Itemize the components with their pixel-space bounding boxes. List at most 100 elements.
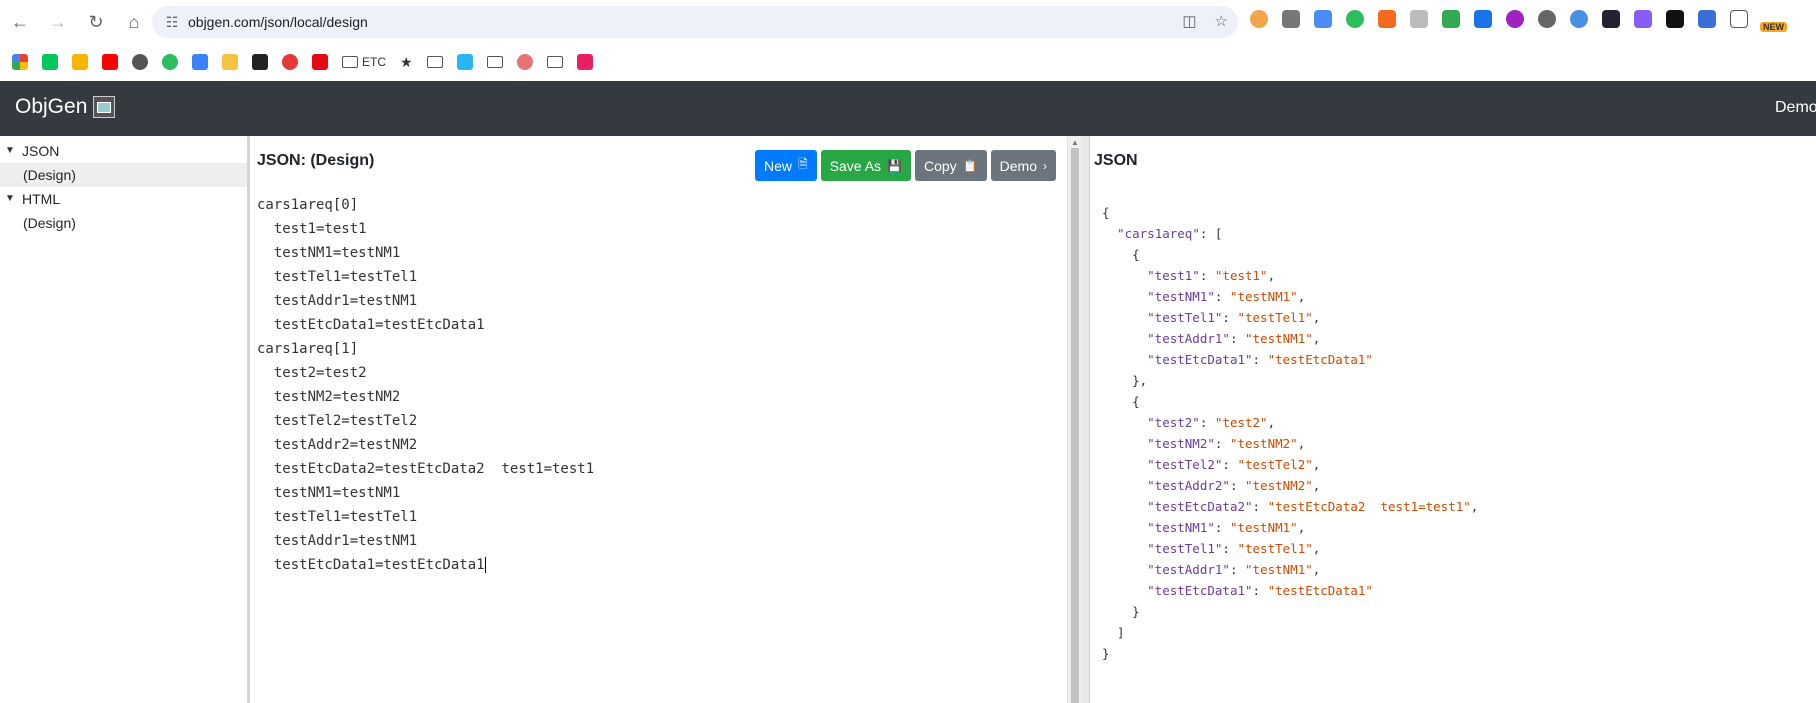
search-ext-icon[interactable]: [1570, 10, 1588, 28]
tree-item-html[interactable]: ▼ HTML: [0, 187, 247, 211]
copy-button-label: Copy: [924, 157, 957, 174]
extension-icon[interactable]: [1250, 10, 1268, 28]
forward-icon[interactable]: →: [40, 4, 76, 40]
output-title: JSON: [1094, 152, 1138, 169]
extension-icon[interactable]: [1634, 10, 1652, 28]
demo-button[interactable]: Demo ›: [990, 150, 1056, 181]
site-info-icon[interactable]: ☷: [156, 14, 188, 31]
json-key: "cars1areq": [1117, 226, 1200, 241]
bookmark-icon[interactable]: [222, 54, 238, 70]
bookmark-icon[interactable]: [192, 54, 208, 70]
translate-ext-icon[interactable]: [1314, 10, 1332, 28]
json-key: "testTel1": [1147, 310, 1223, 325]
screen-icon[interactable]: [1410, 10, 1428, 28]
expanded-triangle-icon[interactable]: ▼: [5, 187, 15, 211]
bookmark-icon[interactable]: [252, 54, 268, 70]
json-key: "testNM2": [1147, 436, 1215, 451]
json-line: "testTel2": "testTel2",: [1102, 454, 1478, 475]
folder-icon[interactable]: [546, 56, 563, 68]
save-as-button-label: Save As: [829, 157, 882, 174]
new-button[interactable]: New 🗎: [755, 150, 817, 181]
json-punct: :: [1252, 583, 1268, 598]
evernote-icon[interactable]: [1346, 10, 1364, 28]
scrollbar-thumb[interactable]: [1071, 148, 1079, 703]
home-icon[interactable]: ⌂: [116, 4, 152, 40]
editor-title: JSON: (Design): [257, 152, 375, 169]
code-line: testAddr1=testNM1: [257, 533, 418, 549]
panel-splitter[interactable]: [1081, 136, 1090, 703]
shield-icon[interactable]: [1442, 10, 1460, 28]
json-line: "testNM1": "testNM1",: [1102, 517, 1478, 538]
bookmark-icon[interactable]: [72, 54, 88, 70]
extension-icon[interactable]: [1474, 10, 1492, 28]
save-as-button[interactable]: Save As 💾: [820, 150, 911, 181]
folder-icon: [342, 56, 358, 68]
code-editor[interactable]: cars1areq[0] test1=test1 testNM1=testNM1…: [257, 193, 594, 577]
editor-buttons: New 🗎 Save As 💾 Copy 📋 Demo ›: [755, 150, 1056, 181]
json-key: "testNM1": [1147, 289, 1215, 304]
json-punct: ,: [1267, 268, 1276, 283]
apps-grid-icon[interactable]: [12, 54, 28, 70]
json-punct: {: [1102, 247, 1140, 262]
json-line: "testTel1": "testTel1",: [1102, 538, 1478, 559]
bookmark-icon[interactable]: [456, 54, 473, 70]
code-line: testNM2=testNM2: [257, 389, 401, 405]
expanded-triangle-icon[interactable]: ▼: [5, 139, 15, 163]
bookmark-folder-etc[interactable]: ETC: [342, 55, 386, 69]
bookmark-icon[interactable]: [576, 54, 593, 70]
tree-item-json-design[interactable]: (Design): [0, 163, 247, 187]
json-punct: }: [1102, 646, 1110, 661]
editor-panel: JSON: (Design) New 🗎 Save As 💾 Copy 📋 De…: [253, 136, 1067, 703]
json-punct: [1102, 478, 1147, 493]
check-icon[interactable]: [1538, 10, 1556, 28]
extension-icon[interactable]: [1506, 10, 1524, 28]
extension-icon[interactable]: [1602, 10, 1620, 28]
extension-icon[interactable]: [1698, 10, 1716, 28]
puzzle-icon[interactable]: [1730, 10, 1748, 28]
tree-item-label: HTML: [22, 191, 61, 207]
json-line: "testNM2": "testNM2",: [1102, 433, 1478, 454]
brand-link[interactable]: ObjGen: [15, 95, 116, 119]
tree-item-json[interactable]: ▼ JSON: [0, 139, 247, 163]
json-line: "testEtcData2": "testEtcData2 test1=test…: [1102, 496, 1478, 517]
recycle-icon[interactable]: [1282, 10, 1300, 28]
code-line: test1=test1: [257, 221, 367, 237]
translate-icon[interactable]: ◫: [1182, 12, 1196, 30]
json-key: "testEtcData2": [1147, 499, 1253, 514]
netflix-icon[interactable]: [312, 54, 328, 70]
nav-demo-link[interactable]: Demo: [1775, 99, 1816, 117]
scroll-up-icon[interactable]: ▲: [1071, 138, 1079, 147]
address-bar[interactable]: ☷ objgen.com/json/local/design ◫ ☆: [152, 6, 1238, 38]
json-line: "testTel1": "testTel1",: [1102, 307, 1478, 328]
back-icon[interactable]: ←: [2, 4, 38, 40]
extension-icon[interactable]: [1378, 10, 1396, 28]
json-punct: ,: [1267, 415, 1276, 430]
json-punct: [1102, 415, 1147, 430]
json-string: "testNM1": [1229, 289, 1298, 304]
json-punct: ,: [1297, 436, 1306, 451]
copy-button[interactable]: Copy 📋: [915, 150, 987, 181]
folder-icon[interactable]: [426, 56, 443, 68]
evernote-icon[interactable]: [162, 54, 178, 70]
json-string: "testTel1": [1237, 310, 1313, 325]
json-punct: ,: [1312, 457, 1321, 472]
json-key: "testEtcData1": [1147, 352, 1253, 367]
json-key: "testEtcData1": [1147, 583, 1253, 598]
url-text[interactable]: objgen.com/json/local/design: [188, 14, 368, 30]
tree-item-html-design[interactable]: (Design): [0, 211, 247, 235]
json-punct: ,: [1312, 478, 1321, 493]
star-icon[interactable]: ☆: [1215, 12, 1228, 30]
emoji-icon[interactable]: [516, 54, 533, 70]
extensions-row: [1250, 10, 1748, 28]
code-line: test2=test2: [257, 365, 367, 381]
star-bookmark-icon[interactable]: ★: [400, 54, 413, 71]
notion-icon[interactable]: [1666, 10, 1684, 28]
editor-scrollbar[interactable]: ▲: [1067, 136, 1081, 703]
bookmark-icon[interactable]: [282, 54, 298, 70]
code-line: testAddr1=testNM1: [257, 293, 418, 309]
naver-icon[interactable]: [42, 54, 58, 70]
globe-icon[interactable]: [132, 54, 148, 70]
reload-icon[interactable]: ↻: [78, 4, 114, 40]
folder-icon[interactable]: [486, 56, 503, 68]
youtube-icon[interactable]: [102, 54, 118, 70]
